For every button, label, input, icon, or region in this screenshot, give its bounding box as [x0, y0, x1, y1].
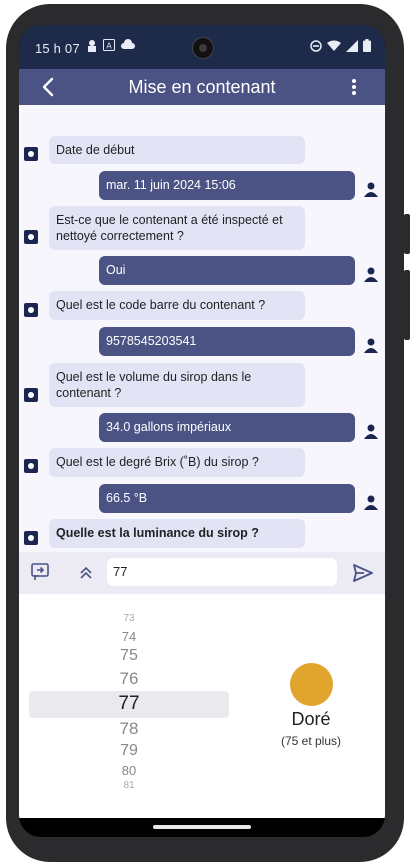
front-camera	[192, 37, 214, 59]
bot-icon	[24, 147, 38, 161]
answer-bubble[interactable]: 9578545203541	[99, 327, 355, 356]
bot-icon	[24, 388, 38, 402]
cloud-icon	[121, 39, 135, 49]
expand-up-icon[interactable]	[79, 566, 93, 580]
color-name: Doré	[291, 709, 331, 729]
color-swatch	[290, 663, 333, 706]
bot-icon	[24, 230, 38, 244]
question-bubble: Est-ce que le contenant a été inspecté e…	[49, 206, 305, 250]
picker-option[interactable]: 80	[99, 763, 159, 778]
answer-bubble[interactable]: 66.5 °B	[99, 484, 355, 513]
question-bubble: Quel est le degré Brix (˚B) du sirop ?	[49, 448, 305, 477]
picker-option[interactable]: 76	[99, 669, 159, 689]
wifi-icon	[327, 40, 341, 51]
screen: 15 h 07 A Mise en contenant Date de débu…	[19, 25, 385, 837]
answer-bubble[interactable]: 34.0 gallons impériaux	[99, 413, 355, 442]
picker-option[interactable]: 73	[99, 613, 159, 624]
signal-icon	[346, 39, 358, 52]
send-icon[interactable]	[353, 564, 373, 582]
picker-option[interactable]: 78	[99, 719, 159, 739]
svg-text:A: A	[106, 42, 112, 51]
do-not-disturb-icon	[310, 39, 322, 52]
gesture-nav-bar	[19, 818, 385, 837]
status-bar: 15 h 07 A	[19, 25, 385, 69]
answer-bubble[interactable]: mar. 11 juin 2024 15:06	[99, 171, 355, 200]
bot-icon	[24, 459, 38, 473]
picker-option[interactable]: 79	[99, 742, 159, 760]
lock-person-icon	[88, 40, 96, 52]
user-icon	[364, 495, 378, 510]
user-icon	[364, 267, 378, 282]
bot-icon	[24, 303, 38, 317]
picker-option[interactable]: 74	[99, 629, 159, 644]
battery-icon	[363, 39, 371, 52]
status-notification-icons: A	[87, 39, 135, 53]
status-time: 15 h 07	[35, 41, 80, 56]
input-bar: 77	[19, 552, 385, 594]
question-bubble: Date de début	[49, 136, 305, 164]
luminance-picker-panel: 73 74 75 76 77 78 79 80 81 Doré (75 et p…	[19, 594, 385, 818]
user-icon	[364, 338, 378, 353]
answer-input[interactable]: 77	[107, 558, 337, 586]
picker-option[interactable]: 81	[99, 780, 159, 791]
user-icon	[364, 424, 378, 439]
answer-bubble[interactable]: Oui	[99, 256, 355, 285]
page-title: Mise en contenant	[128, 77, 276, 97]
power-button	[404, 214, 410, 254]
bot-icon	[24, 531, 38, 545]
user-icon	[364, 182, 378, 197]
volume-button	[404, 270, 410, 340]
app-bar: Mise en contenant	[19, 69, 385, 105]
app-badge-icon: A	[103, 39, 115, 51]
more-vert-icon[interactable]	[351, 78, 357, 96]
picker-selected-value[interactable]: 77	[99, 693, 159, 715]
picker-option[interactable]: 75	[99, 647, 159, 665]
chat-list[interactable]: Date de début mar. 11 juin 2024 15:06 Es…	[19, 105, 385, 552]
status-system-icons	[310, 39, 371, 52]
question-bubble: Quel est le code barre du contenant ?	[49, 291, 305, 320]
input-mode-icon[interactable]	[31, 563, 49, 581]
home-handle[interactable]	[153, 825, 251, 829]
question-bubble: Quel est le volume du sirop dans le cont…	[49, 363, 305, 407]
color-range: (75 et plus)	[280, 734, 342, 748]
question-bubble-current: Quelle est la luminance du sirop ?	[49, 519, 305, 548]
